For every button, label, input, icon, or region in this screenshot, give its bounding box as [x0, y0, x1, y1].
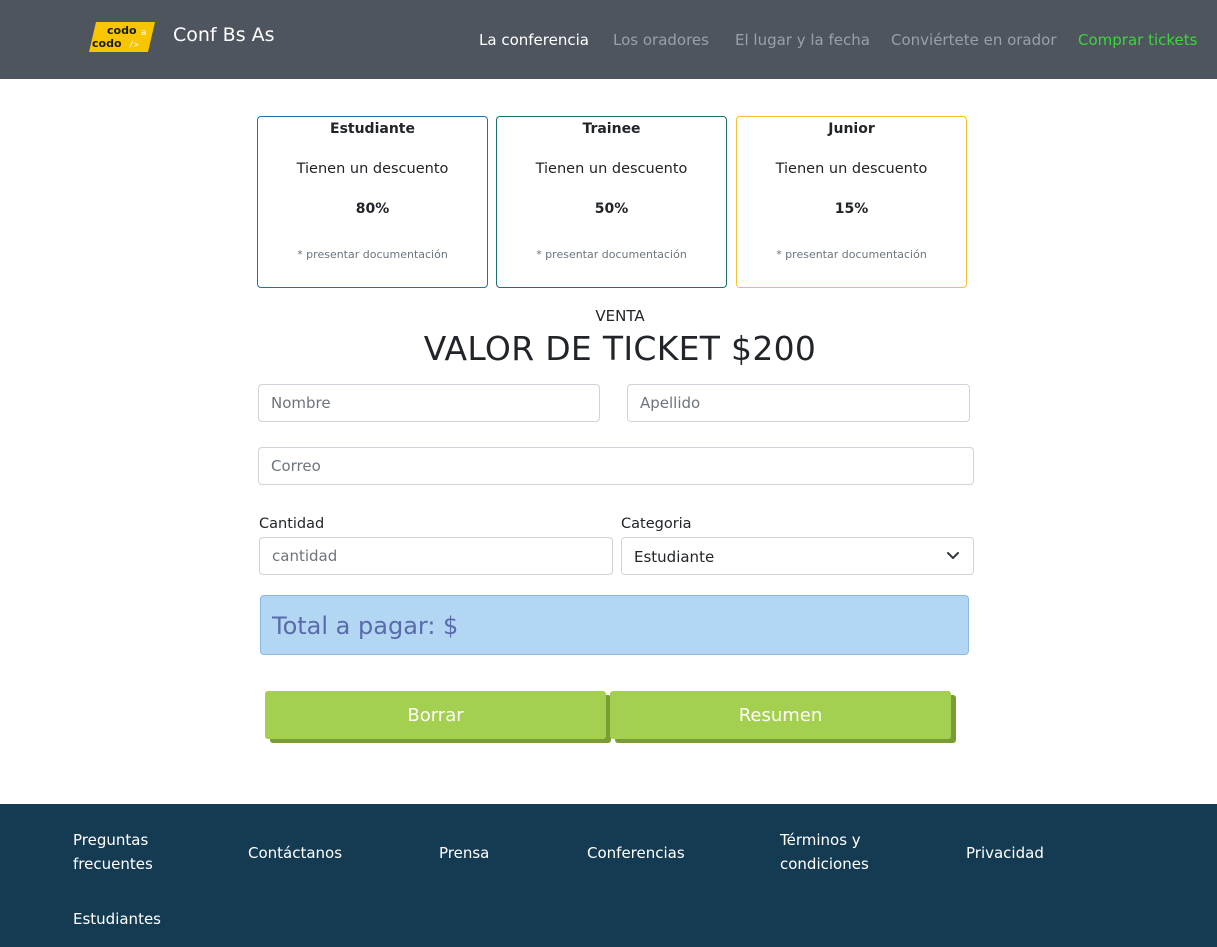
- discount-card-estudiante: Estudiante Tienen un descuento 80% * pre…: [257, 116, 488, 288]
- nav-link-comprar-tickets[interactable]: Comprar tickets: [1078, 31, 1197, 49]
- card-text: Tienen un descuento: [296, 161, 449, 177]
- footer-link-privacidad[interactable]: Privacidad: [966, 841, 1044, 865]
- total-a-pagar-alert: Total a pagar: $: [260, 595, 969, 655]
- ticket-price-heading: VALOR DE TICKET $200: [423, 329, 817, 368]
- card-percent: 15%: [834, 201, 869, 217]
- card-title: Junior: [828, 121, 875, 137]
- discount-card-junior: Junior Tienen un descuento 15% * present…: [736, 116, 967, 288]
- card-percent: 50%: [594, 201, 629, 217]
- borrar-button[interactable]: Borrar: [265, 691, 606, 739]
- categoria-selected-value: Estudiante: [634, 548, 715, 566]
- nav-link-los-oradores[interactable]: Los oradores: [613, 31, 709, 49]
- footer-link-estudiantes[interactable]: Estudiantes: [73, 907, 161, 931]
- card-note: * presentar documentación: [776, 248, 927, 261]
- nav-link-la-conferencia[interactable]: La conferencia: [479, 31, 589, 49]
- apellido-input[interactable]: [627, 384, 970, 422]
- card-note: * presentar documentación: [536, 248, 687, 261]
- correo-input[interactable]: [258, 447, 974, 485]
- categoria-select[interactable]: Estudiante: [621, 537, 974, 575]
- footer-link-line: Términos y: [780, 831, 861, 849]
- footer-link-prensa[interactable]: Prensa: [439, 841, 489, 865]
- total-a-pagar-text: Total a pagar: $: [272, 612, 459, 640]
- sale-kicker: VENTA: [595, 307, 645, 325]
- card-title: Trainee: [582, 121, 641, 137]
- footer-link-line: condiciones: [780, 855, 869, 873]
- chevron-down-icon: [947, 552, 959, 559]
- brand-title[interactable]: Conf Bs As: [173, 24, 275, 46]
- card-text: Tienen un descuento: [775, 161, 928, 177]
- categoria-label: Categoria: [621, 516, 692, 532]
- cantidad-input[interactable]: [259, 537, 613, 575]
- nombre-input[interactable]: [258, 384, 600, 422]
- footer-link-conferencias[interactable]: Conferencias: [587, 841, 685, 865]
- nav-link-lugar-fecha[interactable]: El lugar y la fecha: [735, 31, 870, 49]
- top-navbar: codo codo a /> Conf Bs As La conferencia…: [0, 0, 1217, 79]
- discount-card-trainee: Trainee Tienen un descuento 50% * presen…: [496, 116, 727, 288]
- page-footer: Preguntas frecuentes Contáctanos Prensa …: [0, 804, 1217, 947]
- logo-text-bottom: codo: [92, 37, 122, 50]
- nav-link-convertete-orador[interactable]: Conviértete en orador: [891, 31, 1057, 49]
- footer-link-line: Preguntas: [73, 831, 149, 849]
- cantidad-label: Cantidad: [259, 516, 325, 532]
- card-title: Estudiante: [330, 121, 415, 137]
- card-text: Tienen un descuento: [535, 161, 688, 177]
- resumen-button[interactable]: Resumen: [610, 691, 951, 739]
- footer-link-preguntas-frecuentes[interactable]: Preguntas frecuentes: [73, 828, 153, 876]
- card-note: * presentar documentación: [297, 248, 448, 261]
- logo-a: a: [141, 28, 147, 38]
- logo-code-glyph: />: [129, 40, 139, 49]
- card-percent: 80%: [355, 201, 390, 217]
- footer-link-contactanos[interactable]: Contáctanos: [248, 841, 342, 865]
- footer-link-terminos-condiciones[interactable]: Términos y condiciones: [780, 828, 869, 876]
- footer-link-line: frecuentes: [73, 855, 153, 873]
- codo-a-codo-logo[interactable]: codo codo a />: [89, 21, 155, 53]
- logo-text-top: codo: [107, 24, 137, 37]
